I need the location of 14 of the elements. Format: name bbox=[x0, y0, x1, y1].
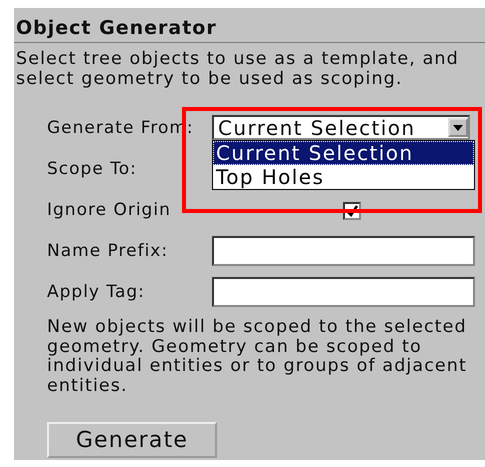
generate-button[interactable]: Generate bbox=[47, 422, 217, 458]
dropdown[interactable]: Current Selection bbox=[212, 115, 470, 140]
input-field[interactable] bbox=[212, 276, 475, 306]
dropdown-option[interactable]: Current Selection bbox=[213, 141, 474, 165]
note-text: New objects will be scoped to the selected geometry. Geometry can be scoped to individual entities or to groups of adjacent entities. bbox=[46, 316, 468, 396]
caret-icon[interactable] bbox=[448, 118, 468, 137]
field-label: Name Prefix: bbox=[47, 240, 170, 260]
description-text: Select tree objects to use as a template, and select geometry to be used as scoping. bbox=[15, 48, 460, 89]
input-field[interactable] bbox=[212, 236, 475, 266]
panel-title: Object Generator bbox=[14, 8, 485, 43]
field-label: Ignore Origin bbox=[47, 200, 172, 220]
field-label: Scope To: bbox=[47, 158, 138, 178]
dropdown-option[interactable]: Top Holes bbox=[213, 165, 474, 189]
field-label: Apply Tag: bbox=[47, 282, 146, 302]
